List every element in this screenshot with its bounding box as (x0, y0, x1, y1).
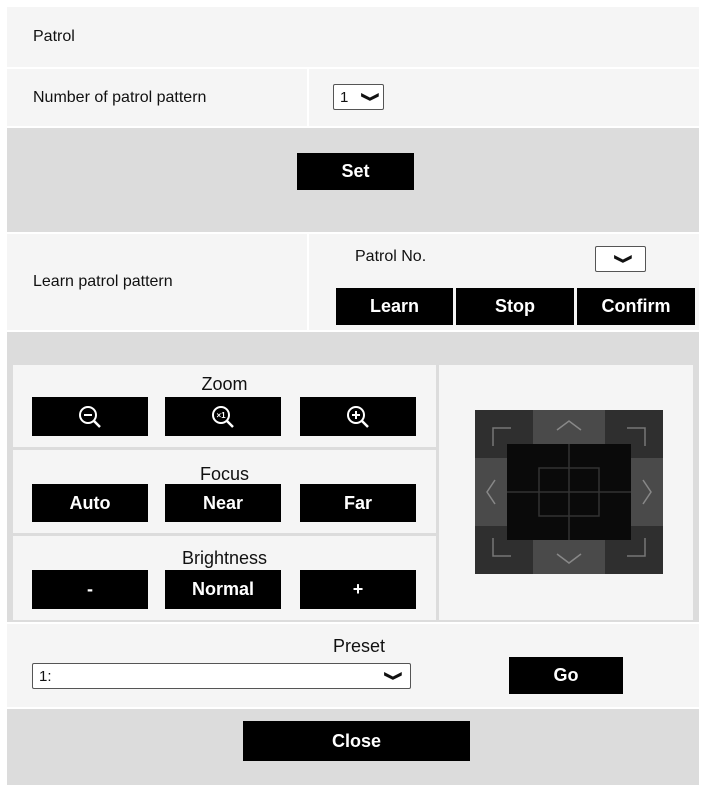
pad-panel (439, 365, 693, 620)
patrol-count-label: Number of patrol pattern (33, 88, 207, 106)
preset-row: Preset 1: ❯ Go (7, 624, 699, 707)
zoom-x1-button[interactable]: ×1 (165, 397, 281, 436)
patrol-count-value-cell: 1 ❯ (309, 69, 699, 126)
learn-controls-cell: Patrol No. ❯ Learn Stop Confirm (309, 234, 699, 330)
zoom-panel: Zoom ×1 (13, 365, 436, 447)
patrol-no-select[interactable]: ❯ (595, 246, 646, 272)
zoom-out-icon (79, 405, 101, 428)
brightness-panel: Brightness - Normal + (13, 536, 436, 620)
zoom-title: Zoom (201, 374, 248, 394)
focus-near-button[interactable]: Near (165, 484, 281, 522)
patrol-count-value: 1 (340, 88, 349, 106)
patrol-no-label: Patrol No. (355, 248, 427, 265)
tilt-down-zone[interactable] (533, 540, 605, 574)
pan-right-zone[interactable] (631, 458, 663, 526)
brightness-minus-button[interactable]: - (32, 570, 148, 609)
set-button[interactable]: Set (297, 153, 414, 190)
brightness-normal-button[interactable]: Normal (165, 570, 281, 609)
learn-label-cell: Learn patrol pattern (7, 234, 307, 330)
pan-left-zone[interactable] (475, 458, 507, 526)
learn-label: Learn patrol pattern (33, 273, 173, 290)
focus-title: Focus (199, 464, 250, 484)
svg-text:×1: ×1 (216, 411, 226, 420)
zoom-x1-icon: ×1 (212, 405, 234, 428)
chevron-down-icon: ❯ (384, 670, 405, 682)
close-band: Close (7, 709, 699, 785)
preset-select[interactable]: 1: ❯ (32, 663, 411, 689)
zoom-out-button[interactable] (32, 397, 148, 436)
brightness-plus-button[interactable]: + (300, 570, 416, 609)
chevron-down-icon: ❯ (614, 253, 635, 265)
confirm-button[interactable]: Confirm (577, 288, 695, 325)
brightness-title: Brightness (181, 548, 268, 568)
focus-auto-button[interactable]: Auto (32, 484, 148, 522)
title-row: Patrol (7, 7, 699, 67)
chevron-down-icon: ❯ (361, 91, 382, 103)
pan-tilt-pad[interactable] (475, 410, 663, 574)
go-button[interactable]: Go (509, 657, 623, 694)
page-title: Patrol (33, 28, 75, 45)
patrol-count-select[interactable]: 1 ❯ (333, 84, 384, 110)
zoom-in-icon (347, 405, 369, 428)
focus-panel: Focus Auto Near Far (13, 450, 436, 533)
learn-button[interactable]: Learn (336, 288, 453, 325)
patrol-count-label-cell: Number of patrol pattern (7, 69, 307, 126)
separator-band (7, 332, 699, 362)
tilt-up-zone[interactable] (533, 410, 605, 444)
preset-value: 1: (39, 667, 52, 685)
close-button[interactable]: Close (243, 721, 470, 761)
focus-far-button[interactable]: Far (300, 484, 416, 522)
preset-title: Preset (333, 636, 386, 656)
zoom-in-button[interactable] (300, 397, 416, 436)
stop-button[interactable]: Stop (456, 288, 574, 325)
set-band: Set (7, 128, 699, 232)
